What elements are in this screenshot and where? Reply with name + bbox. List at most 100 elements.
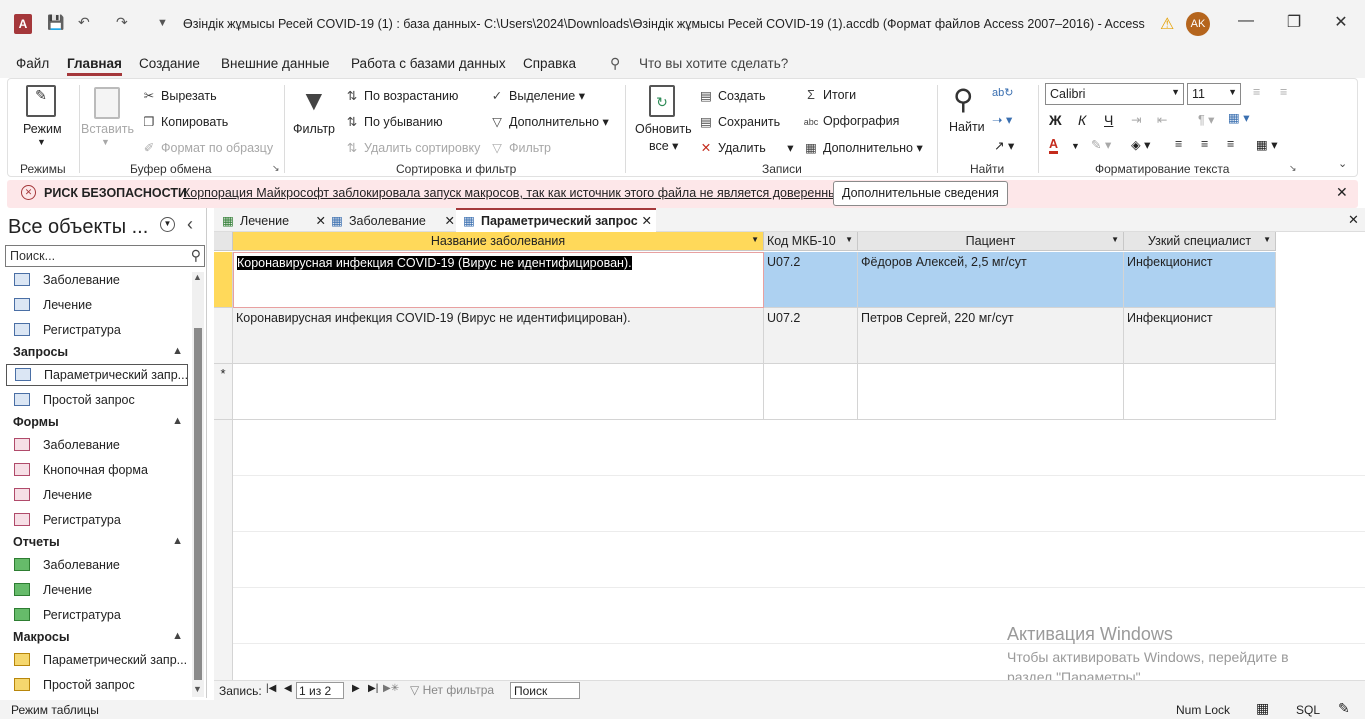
first-record-icon[interactable]: |◀: [266, 683, 276, 694]
nav-query-item[interactable]: Параметрический запр...: [6, 364, 188, 386]
warning-icon[interactable]: ⚠: [1160, 14, 1174, 34]
nav-report-item[interactable]: Лечение: [14, 583, 188, 605]
close-icon[interactable]: ✕: [1336, 184, 1348, 201]
table-cell[interactable]: U07.2: [764, 252, 858, 308]
scroll-thumb[interactable]: [194, 328, 202, 680]
select-icon[interactable]: ↗ ▾: [994, 138, 1014, 153]
close-icon[interactable]: ✕: [1326, 12, 1356, 36]
chevron-down-icon[interactable]: ▼: [1111, 235, 1119, 244]
nav-group-queries[interactable]: Запросы ▲: [13, 345, 183, 359]
close-icon[interactable]: ✕: [316, 213, 326, 228]
scroll-up-icon[interactable]: ▲: [193, 272, 202, 282]
search-icon[interactable]: ⚲: [191, 247, 201, 264]
underline-button[interactable]: Ч: [1104, 112, 1113, 128]
clipboard-launcher-icon[interactable]: ↘: [272, 163, 280, 174]
new-record-nav-icon[interactable]: ▶✳: [383, 683, 399, 694]
security-message[interactable]: Корпорация Майкрософт заблокировала запу…: [183, 186, 849, 200]
redo-icon[interactable]: ↷: [116, 14, 128, 31]
nav-form-item[interactable]: Заболевание: [14, 438, 188, 460]
refresh-all-label2[interactable]: все ▾: [649, 138, 678, 153]
last-record-icon[interactable]: ▶|: [368, 683, 378, 694]
copy-button[interactable]: ❐ Копировать: [141, 114, 228, 129]
nav-dropdown-icon[interactable]: ▼: [160, 217, 175, 232]
nav-query-item[interactable]: Простой запрос: [14, 393, 188, 415]
view-button[interactable]: Режим: [23, 122, 62, 136]
chevron-down-icon[interactable]: ▼: [845, 235, 853, 244]
nav-table-item[interactable]: Лечение: [14, 298, 188, 320]
highlight-icon[interactable]: ✎ ▾: [1091, 137, 1111, 152]
column-header[interactable]: Код МКБ-10 ▼: [764, 232, 858, 251]
close-icon[interactable]: ✕: [642, 213, 652, 228]
row-selector[interactable]: [214, 252, 233, 308]
nav-report-item[interactable]: Заболевание: [14, 558, 188, 580]
find-button[interactable]: Найти: [949, 120, 985, 134]
advanced-filter-button[interactable]: ▽ Дополнительно ▾: [489, 114, 609, 129]
table-cell[interactable]: Коронавирусная инфекция COVID-19 (Вирус …: [233, 308, 764, 364]
select-all-corner[interactable]: [214, 232, 233, 251]
selection-button[interactable]: ✓ Выделение ▾: [489, 88, 585, 103]
view-dropdown-icon[interactable]: ▼: [37, 137, 46, 147]
save-icon[interactable]: 💾: [47, 14, 64, 31]
font-color-dropdown-icon[interactable]: ▼: [1071, 141, 1080, 151]
nav-search-input[interactable]: Поиск... ⚲: [5, 245, 205, 267]
avatar[interactable]: AK: [1186, 12, 1210, 36]
new-row-cell[interactable]: [1124, 364, 1276, 420]
alt-row-color-icon[interactable]: ▦ ▾: [1256, 137, 1278, 152]
tab-database-tools[interactable]: Работа с базами данных: [351, 56, 506, 71]
table-cell[interactable]: Инфекционист: [1124, 308, 1276, 364]
more-info-button[interactable]: Дополнительные сведения: [833, 181, 1008, 206]
table-cell[interactable]: Коронавирусная инфекция COVID-19 (Вирус …: [233, 252, 764, 308]
nav-table-item[interactable]: Регистратура: [14, 323, 188, 345]
italic-button[interactable]: К: [1078, 112, 1086, 128]
goto-icon[interactable]: ➝ ▾: [992, 112, 1012, 127]
tab-zabolevanie[interactable]: ▦ Заболевание ✕: [329, 208, 455, 232]
record-search-input[interactable]: Поиск: [510, 682, 580, 699]
align-center-icon[interactable]: ≡: [1201, 137, 1208, 151]
delete-record-button[interactable]: ✕ Удалить ▾: [698, 140, 794, 155]
text-launcher-icon[interactable]: ↘: [1289, 163, 1297, 174]
scroll-down-icon[interactable]: ▼: [193, 684, 202, 694]
filter-status[interactable]: ▽ Нет фильтра: [410, 683, 494, 697]
new-row-selector[interactable]: *: [214, 364, 233, 420]
new-row-cell[interactable]: [858, 364, 1124, 420]
table-cell[interactable]: U07.2: [764, 308, 858, 364]
nav-group-reports[interactable]: Отчеты ▲: [13, 535, 183, 549]
new-row-cell[interactable]: [764, 364, 858, 420]
chevron-down-icon[interactable]: ▼: [1263, 235, 1271, 244]
align-right-icon[interactable]: ≡: [1227, 137, 1234, 151]
collapse-ribbon-icon[interactable]: ⌄: [1338, 157, 1347, 170]
outdent-icon[interactable]: ⇤: [1157, 112, 1167, 127]
refresh-all-button[interactable]: Обновить: [635, 122, 692, 136]
font-size-select[interactable]: 11 ▼: [1187, 83, 1241, 105]
new-record-button[interactable]: ▤ Создать: [698, 88, 765, 103]
tab-create[interactable]: Создание: [139, 56, 200, 71]
format-painter-button[interactable]: ✐ Формат по образцу: [141, 140, 273, 155]
datasheet-view-icon[interactable]: ▦: [1256, 700, 1269, 717]
nav-scrollbar[interactable]: ▲ ▼: [192, 272, 204, 697]
paste-button[interactable]: Вставить: [81, 122, 134, 136]
tab-external-data[interactable]: Внешние данные: [221, 56, 330, 71]
undo-icon[interactable]: ↶: [78, 14, 90, 31]
spelling-button[interactable]: abc Орфография: [803, 114, 900, 128]
background-color-icon[interactable]: ◈ ▾: [1131, 137, 1150, 152]
close-document-icon[interactable]: ✕: [1348, 212, 1359, 228]
sort-ascending-button[interactable]: ⇅ По возрастанию: [344, 88, 459, 103]
next-record-icon[interactable]: ▶: [352, 683, 360, 694]
nav-macro-item[interactable]: Простой запрос: [14, 678, 188, 700]
collapse-nav-icon[interactable]: ‹: [187, 214, 193, 235]
row-selector[interactable]: [214, 308, 233, 364]
table-cell[interactable]: Петров Сергей, 220 мг/сут: [858, 308, 1124, 364]
tab-file[interactable]: Файл: [16, 56, 49, 71]
font-color-icon[interactable]: A: [1049, 137, 1059, 154]
nav-title[interactable]: Все объекты ...: [8, 216, 148, 239]
record-position-input[interactable]: 1 из 2: [296, 682, 344, 699]
nav-form-item[interactable]: Кнопочная форма: [14, 463, 188, 485]
align-left-icon[interactable]: ≡: [1175, 137, 1182, 151]
sql-view-button[interactable]: SQL: [1296, 703, 1320, 717]
nav-form-item[interactable]: Лечение: [14, 488, 188, 510]
column-header[interactable]: Пациент ▼: [858, 232, 1124, 251]
customize-qat-icon[interactable]: ▼: [157, 17, 168, 29]
prev-record-icon[interactable]: ◀: [284, 683, 292, 694]
table-cell[interactable]: Инфекционист: [1124, 252, 1276, 308]
more-records-button[interactable]: ▦ Дополнительно ▾: [803, 140, 923, 155]
